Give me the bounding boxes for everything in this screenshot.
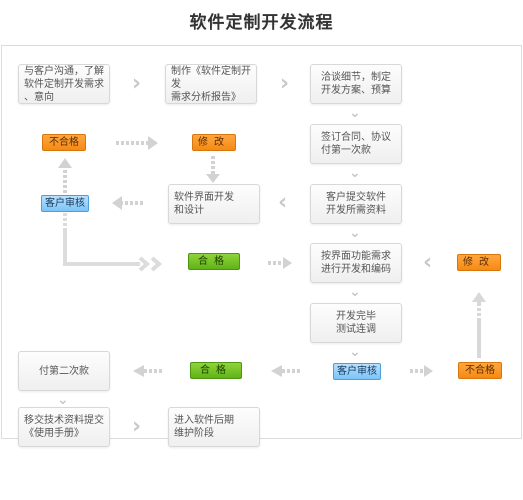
step-develop: 按界面功能需求 进行开发和编码 <box>310 243 402 283</box>
chevron-down-icon: ⌄ <box>57 392 69 408</box>
tag-pass: 合格 <box>188 253 240 270</box>
chevron-down-icon: ⌄ <box>349 105 361 121</box>
step-negotiate: 洽谈细节，制定 开发方案、预算 <box>310 64 402 104</box>
step-make-report: 制作《软件定制开发 需求分析报告》 <box>165 64 257 104</box>
chevron-left-icon: › <box>423 250 433 275</box>
step-ui-design: 软件界面开发 和设计 <box>168 184 260 224</box>
tag-customer-review: 客户审核 <box>333 363 381 380</box>
tag-fail: 不合格 <box>42 134 86 151</box>
tag-pass: 合格 <box>190 362 242 379</box>
tag-fail: 不合格 <box>458 362 502 379</box>
tag-customer-review: 客户审核 <box>41 195 89 212</box>
step-second-payment: 付第二次款 <box>18 351 110 391</box>
chevron-down-icon: ⌄ <box>349 284 361 300</box>
chevron-down-icon: ⌄ <box>349 165 361 181</box>
step-test: 开发完毕 测试连调 <box>310 303 402 343</box>
chevron-right-icon: › <box>132 71 142 96</box>
title-reflection: 软件定制开发流程 <box>189 16 334 26</box>
tag-modify: 修改 <box>457 254 501 271</box>
step-communicate: 与客户沟通，了解 软件定制开发需求 、意向 <box>18 64 110 104</box>
step-handover: 移交技术资料提交 《使用手册》 <box>18 407 110 447</box>
chevron-down-icon: ⌄ <box>349 225 361 241</box>
chevron-down-icon: ⌄ <box>349 344 361 360</box>
step-maintenance: 进入软件后期 维护阶段 <box>168 407 260 447</box>
chevron-left-icon: › <box>278 190 288 215</box>
tag-modify: 修改 <box>192 134 236 151</box>
chevron-right-icon: › <box>280 71 290 96</box>
step-sign-contract: 签订合同、协议 付第一次款 <box>310 124 402 164</box>
step-submit-materials: 客户提交软件 开发所需资料 <box>310 184 402 224</box>
chevron-right-icon: › <box>132 414 142 439</box>
